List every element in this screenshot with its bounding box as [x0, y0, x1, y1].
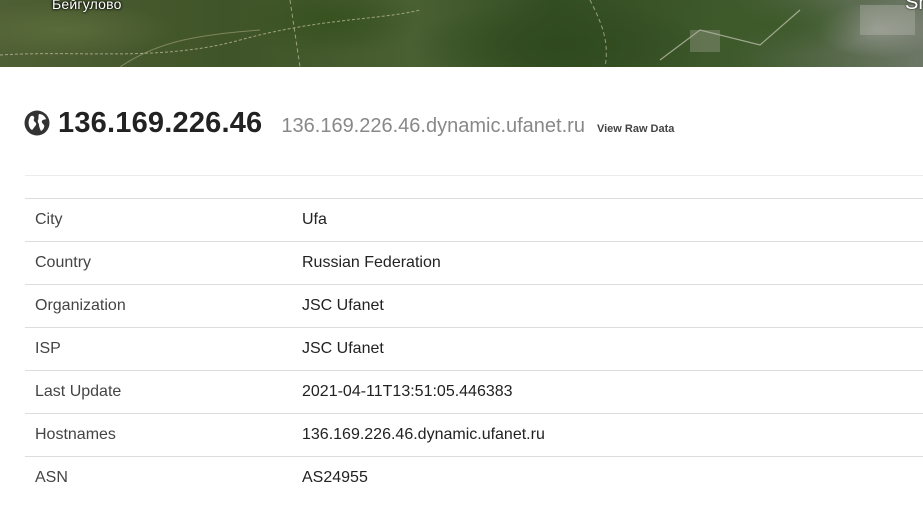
detail-value: AS24955 [302, 469, 368, 487]
detail-key: City [35, 211, 63, 228]
table-row: Hostnames 136.169.226.46.dynamic.ufanet.… [25, 413, 923, 457]
map-roads [0, 0, 915, 67]
detail-key: Last Update [35, 383, 122, 400]
table-row: Organization JSC Ufanet [25, 284, 923, 328]
map-edge-label: Sh [905, 0, 923, 14]
table-row: ASN AS24955 [25, 456, 923, 500]
table-row: Country Russian Federation [25, 241, 923, 285]
map-banner[interactable]: Бейгулово Sh [0, 0, 923, 67]
ip-details-table: City Ufa Country Russian Federation Orga… [25, 198, 923, 500]
detail-value: 2021-04-11T13:51:05.446383 [302, 383, 513, 400]
ip-address-title: 136.169.226.46 [58, 107, 263, 139]
table-row: City Ufa [25, 198, 923, 242]
globe-icon [24, 110, 50, 136]
view-raw-data-link[interactable]: View Raw Data [597, 123, 674, 135]
detail-key: Country [35, 254, 92, 271]
table-row: Last Update 2021-04-11T13:51:05.446383 [25, 370, 923, 414]
header-divider [25, 175, 923, 176]
ip-hostname: 136.169.226.46.dynamic.ufanet.ru [281, 115, 585, 137]
detail-value: 136.169.226.46.dynamic.ufanet.ru [302, 426, 545, 443]
detail-value: Russian Federation [302, 254, 441, 271]
detail-key: ASN [35, 469, 68, 487]
detail-key: ISP [35, 340, 61, 357]
ip-header: 136.169.226.46 136.169.226.46.dynamic.uf… [24, 106, 674, 146]
detail-key: Hostnames [35, 426, 116, 443]
map-place-label: Бейгулово [52, 0, 122, 12]
detail-value: JSC Ufanet [302, 297, 384, 314]
detail-value: JSC Ufanet [302, 340, 384, 357]
detail-key: Organization [35, 297, 126, 314]
detail-value: Ufa [302, 211, 327, 228]
table-row: ISP JSC Ufanet [25, 327, 923, 371]
